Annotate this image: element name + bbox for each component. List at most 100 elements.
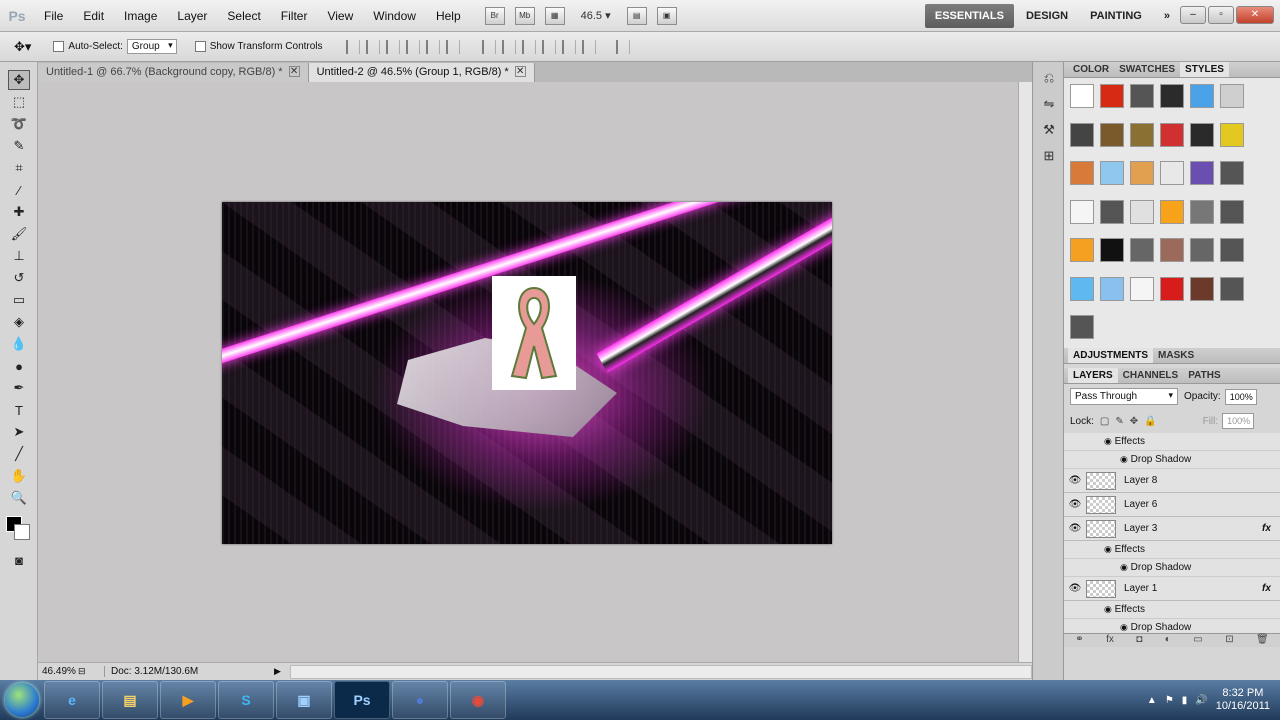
tray-flag-icon[interactable]: ⚑: [1165, 695, 1174, 706]
style-swatch[interactable]: [1190, 161, 1214, 186]
menu-view[interactable]: View: [317, 9, 363, 23]
style-swatch[interactable]: [1220, 238, 1244, 263]
taskbar-skype-icon[interactable]: S: [218, 681, 274, 719]
tab-color[interactable]: COLOR: [1068, 62, 1114, 77]
effects-row[interactable]: ◉ Effects: [1064, 541, 1280, 559]
style-swatch[interactable]: [1130, 84, 1154, 108]
fill-input[interactable]: 100%: [1222, 413, 1255, 429]
visibility-eye-icon[interactable]: 👁: [1064, 523, 1086, 534]
menu-help[interactable]: Help: [426, 9, 471, 23]
align-vcenter-icon[interactable]: [365, 39, 380, 54]
style-swatch[interactable]: [1070, 199, 1094, 224]
auto-select-dropdown[interactable]: Group: [126, 39, 177, 54]
taskbar-chrome-icon[interactable]: ◉: [450, 681, 506, 719]
history-icon[interactable]: ⎌: [1039, 70, 1059, 88]
fx-icon[interactable]: fx: [1106, 634, 1114, 647]
auto-align-icon[interactable]: [615, 39, 630, 54]
lasso-tool-icon[interactable]: ➰: [8, 114, 30, 134]
style-swatch[interactable]: [1130, 161, 1154, 186]
paint-bucket-tool-icon[interactable]: ◈: [8, 312, 30, 332]
quick-mask-icon[interactable]: ◙: [8, 550, 30, 570]
show-transform-checkbox[interactable]: [194, 41, 206, 52]
taskbar-explorer-icon[interactable]: ▤: [102, 681, 158, 719]
lock-transparent-icon[interactable]: ▢: [1100, 416, 1109, 427]
close-button[interactable]: ✕: [1236, 6, 1274, 24]
tab-untitled-2[interactable]: Untitled-2 @ 46.5% (Group 1, RGB/8) * ✕: [308, 63, 535, 82]
style-swatch[interactable]: [1220, 122, 1244, 147]
tray-network-icon[interactable]: ▮: [1182, 695, 1188, 706]
close-tab-icon[interactable]: ✕: [514, 66, 526, 77]
mini-bridge-button[interactable]: Mb: [514, 6, 535, 25]
tab-channels[interactable]: CHANNELS: [1118, 368, 1184, 383]
link-layers-icon[interactable]: ⚭: [1075, 634, 1083, 647]
move-tool-icon[interactable]: ✥▾: [14, 39, 31, 55]
style-swatch[interactable]: [1190, 276, 1214, 301]
align-hcenter-icon[interactable]: [425, 39, 440, 54]
new-group-icon[interactable]: ▭: [1193, 634, 1202, 647]
style-swatch[interactable]: [1160, 238, 1184, 263]
arrange-documents-button[interactable]: ▤: [626, 6, 647, 25]
effects-row[interactable]: ◉ Effects: [1064, 601, 1280, 619]
add-mask-icon[interactable]: ◘: [1136, 634, 1142, 647]
eye-icon[interactable]: ◉: [1104, 436, 1112, 447]
align-top-icon[interactable]: [345, 39, 360, 54]
style-swatch[interactable]: [1190, 84, 1214, 108]
zoom-readout[interactable]: 46.49%: [38, 666, 78, 677]
style-swatch[interactable]: [1070, 238, 1094, 263]
menu-edit[interactable]: Edit: [73, 9, 114, 23]
style-swatch[interactable]: [1220, 161, 1244, 186]
tray-expand-icon[interactable]: ▲: [1147, 695, 1157, 706]
style-swatch[interactable]: [1130, 122, 1154, 147]
eye-icon[interactable]: ◉: [1104, 604, 1112, 615]
style-swatch[interactable]: [1190, 199, 1214, 224]
close-tab-icon[interactable]: ✕: [288, 66, 300, 77]
menu-select[interactable]: Select: [217, 9, 270, 23]
marquee-tool-icon[interactable]: ⬚: [8, 92, 30, 112]
style-swatch[interactable]: [1070, 161, 1094, 186]
distribute-bottom-icon[interactable]: [521, 39, 536, 54]
style-swatch[interactable]: [1130, 199, 1154, 224]
distribute-vcenter-icon[interactable]: [501, 39, 516, 54]
tab-layers[interactable]: LAYERS: [1068, 368, 1118, 383]
visibility-eye-icon[interactable]: 👁: [1064, 499, 1086, 510]
style-swatch[interactable]: [1220, 84, 1244, 108]
status-menu-icon[interactable]: ⊟: [78, 666, 90, 677]
taskbar-network-icon[interactable]: ▣: [276, 681, 332, 719]
style-swatch[interactable]: [1160, 276, 1184, 301]
brush-tool-icon[interactable]: 🖌: [8, 224, 30, 244]
healing-brush-tool-icon[interactable]: ✚: [8, 202, 30, 222]
eye-icon[interactable]: ◉: [1120, 454, 1128, 465]
workspace-design[interactable]: DESIGN: [1016, 4, 1078, 28]
workspace-essentials[interactable]: ESSENTIALS: [924, 4, 1014, 28]
style-swatch[interactable]: [1100, 276, 1124, 301]
type-tool-icon[interactable]: T: [8, 400, 30, 420]
background-color[interactable]: [14, 524, 30, 540]
style-swatch[interactable]: [1160, 122, 1184, 147]
blend-mode-dropdown[interactable]: Pass Through: [1070, 388, 1178, 405]
color-swatches[interactable]: [4, 514, 34, 544]
effects-row[interactable]: ◉ Effects: [1064, 433, 1280, 451]
pen-tool-icon[interactable]: ✒: [8, 378, 30, 398]
style-swatch[interactable]: [1100, 122, 1124, 147]
style-swatch[interactable]: [1220, 276, 1244, 301]
workspace-painting[interactable]: PAINTING: [1080, 4, 1152, 28]
style-swatch[interactable]: [1130, 238, 1154, 263]
style-swatch[interactable]: [1100, 238, 1124, 263]
tray-volume-icon[interactable]: 🔊: [1195, 695, 1207, 706]
auto-select-checkbox[interactable]: [53, 41, 65, 52]
line-tool-icon[interactable]: ╱: [8, 444, 30, 464]
style-swatch[interactable]: [1100, 161, 1124, 186]
horizontal-scrollbar[interactable]: [290, 664, 1032, 679]
screen-mode-button[interactable]: ▣: [656, 6, 677, 25]
layer-row[interactable]: 👁 Layer 8: [1064, 469, 1280, 493]
menu-window[interactable]: Window: [363, 9, 426, 23]
move-tool-icon[interactable]: ✥: [8, 70, 30, 90]
zoom-tool-icon[interactable]: 🔍: [8, 488, 30, 508]
lock-all-icon[interactable]: 🔒: [1144, 416, 1156, 427]
view-extras-button[interactable]: ▦: [544, 6, 565, 25]
tab-paths[interactable]: PATHS: [1183, 368, 1225, 383]
visibility-eye-icon[interactable]: 👁: [1064, 475, 1086, 486]
distribute-hcenter-icon[interactable]: [561, 39, 576, 54]
taskbar-photoshop-icon[interactable]: Ps: [334, 681, 390, 719]
layer-row[interactable]: 👁 Layer 3 fx: [1064, 517, 1280, 541]
